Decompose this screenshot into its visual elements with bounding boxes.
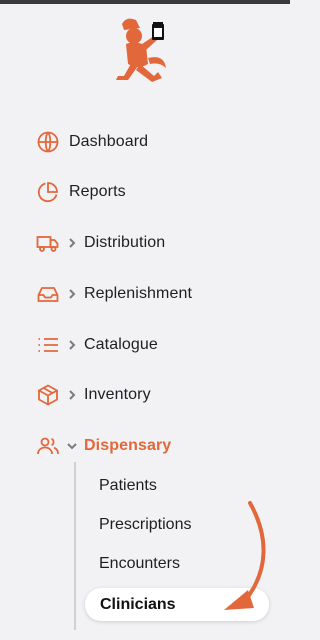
sidebar-subitem-label: Patients [99, 477, 157, 494]
sidebar-subitem-encounters[interactable]: Encounters [99, 552, 180, 576]
box-icon [36, 383, 60, 407]
users-icon [36, 434, 60, 458]
chevron-right-icon [66, 338, 78, 352]
sidebar-subitem-label: Prescriptions [99, 516, 192, 533]
sidebar-item-label: Dispensary [84, 437, 172, 454]
sidebar-item-label: Dashboard [69, 133, 149, 150]
sidebar-subitem-label: Clinicians [100, 595, 176, 613]
app-logo [116, 18, 166, 82]
sidebar-item-label: Distribution [84, 234, 166, 251]
sidebar-subitem-prescriptions[interactable]: Prescriptions [99, 513, 191, 537]
sidebar-item-catalogue[interactable]: Catalogue [36, 330, 158, 360]
sidebar-item-label: Replenishment [84, 285, 193, 302]
sidebar-item-replenishment[interactable]: Replenishment [36, 279, 192, 309]
sidebar-item-dashboard[interactable]: Dashboard [36, 127, 148, 157]
chevron-right-icon [66, 388, 78, 402]
annotation-arrow-icon [224, 501, 266, 610]
sidebar-item-label: Catalogue [84, 336, 158, 353]
chevron-right-icon [66, 287, 78, 301]
sidebar-item-reports[interactable]: Reports [36, 177, 126, 207]
sidebar-item-label: Reports [69, 183, 126, 200]
globe-icon [36, 130, 60, 154]
chevron-right-icon [66, 236, 78, 250]
sidebar-subitem-patients[interactable]: Patients [99, 474, 157, 498]
sidebar-item-inventory[interactable]: Inventory [36, 380, 151, 410]
truck-icon [36, 231, 60, 255]
pie-chart-icon [36, 180, 60, 204]
sidebar-item-dispensary[interactable]: Dispensary [36, 431, 171, 461]
chevron-down-icon [66, 439, 78, 453]
inbox-icon [36, 282, 60, 306]
sidebar-subitem-label: Encounters [99, 555, 180, 572]
sidebar-item-distribution[interactable]: Distribution [36, 228, 165, 258]
list-icon [36, 333, 60, 357]
submenu-divider [74, 462, 76, 630]
sidebar-item-label: Inventory [84, 386, 151, 403]
window-top-bar [0, 0, 290, 4]
